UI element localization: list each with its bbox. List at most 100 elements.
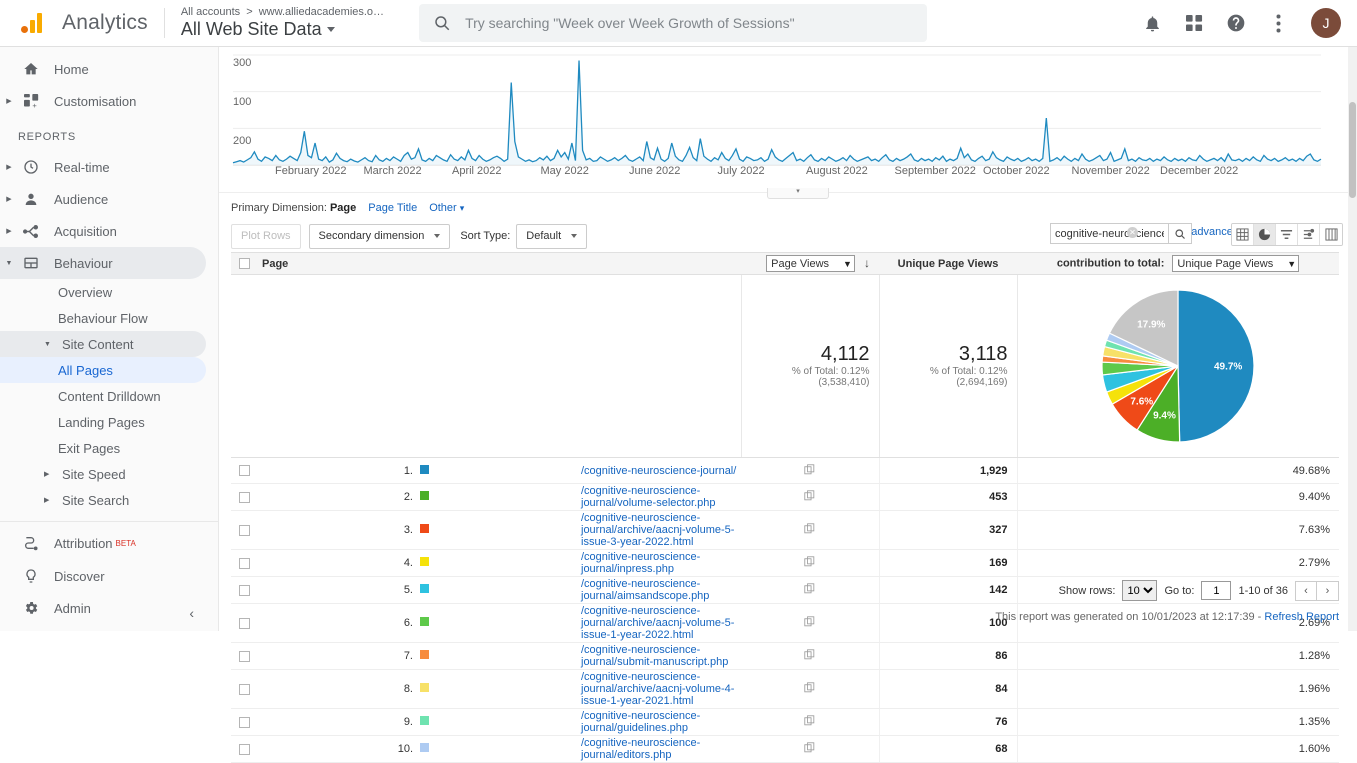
open-page-icon[interactable] bbox=[741, 642, 879, 670]
metric1-select[interactable]: Page Views ▼ bbox=[766, 255, 855, 272]
sidebar-item-behaviour[interactable]: ▼ Behaviour bbox=[0, 247, 206, 279]
page-scrollbar-track[interactable] bbox=[1348, 47, 1357, 631]
row-page-link[interactable]: /cognitive-neuroscience-journal/archive/… bbox=[581, 605, 734, 641]
row-checkbox[interactable] bbox=[239, 557, 250, 569]
table-row[interactable]: 4. /cognitive-neuroscience-journal/inpres… bbox=[231, 549, 1339, 577]
sidebar-item-real-time[interactable]: ▶ Real-time bbox=[0, 151, 218, 183]
row-page-link[interactable]: /cognitive-neuroscience-journal/volume-s… bbox=[581, 485, 716, 509]
bell-icon[interactable] bbox=[1139, 10, 1165, 36]
pivot-view-icon[interactable] bbox=[1320, 224, 1342, 245]
open-page-icon[interactable] bbox=[741, 510, 879, 550]
table-row[interactable]: 10. /cognitive-neuroscience-journal/edito… bbox=[231, 735, 1339, 763]
plot-rows-button[interactable]: Plot Rows bbox=[231, 223, 301, 249]
pie-view-icon[interactable] bbox=[1254, 224, 1276, 245]
refresh-report-link[interactable]: Refresh Report bbox=[1264, 611, 1339, 623]
table-row[interactable]: 7. /cognitive-neuroscience-journal/submit… bbox=[231, 642, 1339, 670]
contribution-pie-chart[interactable]: 49.7% 9.4% 7.6% 17.9% bbox=[1088, 276, 1268, 456]
row-checkbox[interactable] bbox=[239, 584, 250, 596]
global-search-input[interactable]: Try searching "Week over Week Growth of … bbox=[419, 4, 928, 42]
table-search-input[interactable] bbox=[1050, 223, 1168, 244]
sidebar-item-attribution[interactable]: Attribution BETA bbox=[0, 526, 218, 560]
table-row[interactable]: 9. /cognitive-neuroscience-journal/guidel… bbox=[231, 708, 1339, 736]
more-vertical-icon[interactable] bbox=[1265, 10, 1291, 36]
table-row[interactable]: 6. /cognitive-neuroscience-journal/archiv… bbox=[231, 603, 1339, 643]
table-view-icon[interactable] bbox=[1232, 224, 1254, 245]
sidebar-item-acquisition[interactable]: ▶ Acquisition bbox=[0, 215, 218, 247]
row-checkbox[interactable] bbox=[239, 617, 250, 629]
primary-dimension-other[interactable]: Other bbox=[429, 202, 457, 214]
breadcrumb-all-accounts[interactable]: All accounts bbox=[181, 6, 240, 18]
row-page-link[interactable]: /cognitive-neuroscience-journal/submit-m… bbox=[581, 644, 728, 668]
open-page-icon[interactable] bbox=[741, 483, 879, 511]
column-header-page[interactable]: Page bbox=[258, 252, 741, 275]
sidebar-item-admin[interactable]: Admin bbox=[0, 592, 218, 624]
row-checkbox[interactable] bbox=[239, 524, 250, 536]
sidebar-item-customisation[interactable]: ▶ + Customisation bbox=[0, 85, 218, 117]
sidebar-item-landing-pages[interactable]: Landing Pages bbox=[0, 409, 218, 435]
table-row[interactable]: 8. /cognitive-neuroscience-journal/archiv… bbox=[231, 669, 1339, 709]
collapse-sidebar-icon[interactable]: ‹ bbox=[189, 605, 194, 621]
apps-grid-icon[interactable] bbox=[1181, 10, 1207, 36]
select-all-checkbox[interactable] bbox=[239, 258, 250, 270]
column-header-metric2[interactable]: Unique Page Views bbox=[879, 252, 1017, 275]
breadcrumb-property[interactable]: www.alliedacademies.o… bbox=[259, 6, 384, 18]
avatar[interactable]: J bbox=[1311, 8, 1341, 38]
chart-collapse-handle[interactable]: ▾ bbox=[767, 188, 829, 199]
row-page-link[interactable]: /cognitive-neuroscience-journal/aimsands… bbox=[581, 578, 709, 602]
chevron-right-icon: ▶ bbox=[6, 164, 12, 171]
row-page-link[interactable]: /cognitive-neuroscience-journal/inpress.… bbox=[581, 551, 700, 575]
row-page-views: 100 bbox=[878, 603, 1017, 643]
sidebar-item-home[interactable]: Home bbox=[0, 53, 218, 85]
sidebar-item-site-search[interactable]: ▶ Site Search bbox=[0, 487, 218, 513]
sidebar-item-discover[interactable]: Discover bbox=[0, 560, 218, 592]
row-checkbox[interactable] bbox=[239, 683, 250, 695]
sidebar-item-behaviour-flow[interactable]: Behaviour Flow bbox=[0, 305, 218, 331]
open-page-icon[interactable] bbox=[741, 735, 879, 763]
table-search-button[interactable] bbox=[1168, 223, 1192, 244]
goto-input[interactable] bbox=[1201, 581, 1232, 600]
table-row[interactable]: 3. /cognitive-neuroscience-journal/archiv… bbox=[231, 510, 1339, 550]
open-page-icon[interactable] bbox=[741, 708, 879, 736]
secondary-dimension-button[interactable]: Secondary dimension bbox=[308, 223, 451, 249]
sort-descending-icon[interactable]: ↓ bbox=[864, 256, 870, 270]
primary-dimension-page-title[interactable]: Page Title bbox=[368, 202, 417, 214]
page-scrollbar-thumb[interactable] bbox=[1349, 102, 1356, 198]
sidebar-item-site-speed[interactable]: ▶ Site Speed bbox=[0, 461, 218, 487]
row-checkbox[interactable] bbox=[239, 650, 250, 662]
open-page-icon[interactable] bbox=[741, 457, 879, 484]
comparison-view-icon[interactable] bbox=[1298, 224, 1320, 245]
row-checkbox[interactable] bbox=[239, 716, 250, 728]
primary-dimension-active[interactable]: Page bbox=[330, 202, 356, 214]
performance-view-icon[interactable] bbox=[1276, 224, 1298, 245]
row-checkbox[interactable] bbox=[239, 743, 250, 755]
view-name: All Web Site Data bbox=[180, 19, 322, 39]
row-page-link[interactable]: /cognitive-neuroscience-journal/guidelin… bbox=[581, 710, 700, 734]
sidebar-item-audience[interactable]: ▶ Audience bbox=[0, 183, 218, 215]
open-page-icon[interactable] bbox=[741, 669, 879, 709]
row-page-link[interactable]: /cognitive-neuroscience-journal/archive/… bbox=[581, 512, 734, 548]
sidebar-item-overview[interactable]: Overview bbox=[0, 279, 218, 305]
prev-page-button[interactable]: ‹ bbox=[1295, 580, 1317, 601]
account-selector[interactable]: All accounts > www.alliedacademies.o… Al… bbox=[181, 6, 384, 40]
help-icon[interactable] bbox=[1223, 10, 1249, 36]
table-row[interactable]: 2. /cognitive-neuroscience-journal/volume… bbox=[231, 483, 1339, 511]
sidebar-item-exit-pages[interactable]: Exit Pages bbox=[0, 435, 218, 461]
table-row[interactable]: 1. /cognitive-neuroscience-journal/1,929 4… bbox=[231, 457, 1339, 484]
row-checkbox[interactable] bbox=[239, 491, 250, 503]
sidebar-item-site-content[interactable]: ▼ Site Content bbox=[0, 331, 206, 357]
open-page-icon[interactable] bbox=[741, 576, 879, 604]
next-page-button[interactable]: › bbox=[1317, 580, 1339, 601]
row-checkbox[interactable] bbox=[239, 465, 250, 477]
pie-metric-select[interactable]: Unique Page Views ▼ bbox=[1172, 255, 1300, 272]
open-page-icon[interactable] bbox=[741, 603, 879, 643]
sidebar-item-content-drilldown[interactable]: Content Drilldown bbox=[0, 383, 218, 409]
clear-search-icon[interactable]: ✕ bbox=[1127, 227, 1138, 238]
open-page-icon[interactable] bbox=[741, 549, 879, 577]
show-rows-select[interactable]: 10 bbox=[1122, 580, 1158, 601]
row-page-link[interactable]: /cognitive-neuroscience-journal/archive/… bbox=[581, 671, 734, 707]
view-selector[interactable]: All Web Site Data bbox=[181, 19, 384, 40]
row-page-link[interactable]: /cognitive-neuroscience-journal/ bbox=[581, 465, 736, 477]
row-page-link[interactable]: /cognitive-neuroscience-journal/editors.… bbox=[581, 737, 700, 761]
sort-type-button[interactable]: Default bbox=[516, 223, 588, 249]
sidebar-item-all-pages[interactable]: All Pages bbox=[0, 357, 206, 383]
